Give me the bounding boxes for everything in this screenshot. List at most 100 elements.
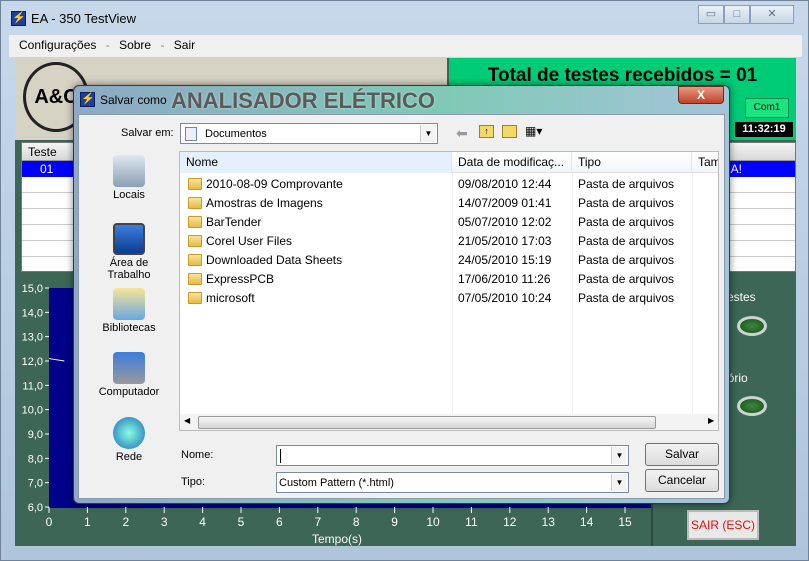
y-tick-label: 8,0: [28, 453, 43, 465]
port-label: Com1: [745, 98, 789, 118]
file-row[interactable]: ExpressPCB 17/06/2010 11:26 Pasta de arq…: [180, 270, 718, 289]
file-type: Pasta de arquivos: [578, 272, 675, 286]
y-tick-label: 12,0: [22, 356, 43, 368]
folder-icon: [188, 292, 202, 304]
save-in-label: Salvar em:: [121, 127, 174, 139]
file-date: 14/07/2009 01:41: [458, 196, 552, 210]
total-tests-label: Total de testes recebidos = 01: [487, 65, 758, 86]
file-row[interactable]: 2010-08-09 Comprovante 09/08/2010 12:44 …: [180, 175, 718, 194]
file-type: Pasta de arquivos: [578, 196, 675, 210]
x-tick-label: 15: [618, 515, 632, 529]
file-type: Pasta de arquivos: [578, 215, 675, 229]
file-name: BarTender: [206, 215, 262, 229]
x-tick-label: 3: [161, 515, 168, 529]
folder-icon: [188, 273, 202, 285]
column-name[interactable]: Nome: [180, 152, 452, 173]
chevron-down-icon[interactable]: ▼: [611, 447, 627, 464]
testes-button[interactable]: [737, 316, 767, 336]
window-title: EA - 350 TestView: [31, 11, 137, 26]
file-type-value: Custom Pattern (*.html): [279, 477, 394, 489]
save-button[interactable]: Salvar: [645, 443, 719, 466]
x-tick-label: 4: [199, 515, 206, 529]
computer-icon: [113, 352, 145, 384]
file-row[interactable]: microsoft 07/05/2010 10:24 Pasta de arqu…: [180, 289, 718, 308]
place-network[interactable]: Rede: [89, 417, 169, 463]
maximize-button[interactable]: □: [724, 5, 750, 24]
place-label: Bibliotecas: [102, 322, 156, 334]
dialog-title: Salvar como: [100, 93, 167, 107]
documents-icon: [185, 127, 197, 141]
menu-sobre[interactable]: Sobre: [119, 38, 151, 52]
libraries-icon: [113, 288, 145, 320]
file-date: 05/07/2010 12:02: [458, 215, 552, 229]
view-menu-icon[interactable]: ▦▾: [525, 124, 542, 138]
file-name: ExpressPCB: [206, 272, 275, 286]
x-tick-label: 12: [503, 515, 517, 529]
place-locais[interactable]: Locais: [89, 155, 169, 201]
x-tick-label: 1: [84, 515, 91, 529]
y-tick-label: 9,0: [28, 429, 43, 441]
file-list: Nome Data de modificaç... Tipo Tam 2010-…: [179, 151, 719, 431]
menu-separator: -: [105, 38, 110, 52]
new-folder-icon[interactable]: [502, 125, 517, 138]
dialog-close-button[interactable]: X: [678, 86, 724, 104]
file-row[interactable]: Downloaded Data Sheets 24/05/2010 15:19 …: [180, 251, 718, 270]
place-libraries[interactable]: Bibliotecas: [89, 288, 169, 334]
series-line: [48, 358, 65, 362]
file-date: 17/06/2010 11:26: [458, 272, 551, 286]
file-type: Pasta de arquivos: [578, 234, 675, 248]
file-row[interactable]: Corel User Files 21/05/2010 17:03 Pasta …: [180, 232, 718, 251]
x-tick-label: 0: [46, 515, 53, 529]
close-button[interactable]: ✕: [750, 5, 794, 24]
exit-button[interactable]: SAIR (ESC): [687, 510, 759, 540]
x-tick-label: 5: [238, 515, 245, 529]
x-axis-label: Tempo(s): [312, 532, 362, 546]
menu-sair[interactable]: Sair: [174, 38, 195, 52]
horizontal-scrollbar[interactable]: ◀ ▶: [180, 414, 718, 430]
folder-icon: [188, 235, 202, 247]
relatorio-button[interactable]: [737, 396, 767, 416]
menu-configuracoes[interactable]: Configurações: [19, 38, 96, 52]
file-name-input[interactable]: ▼: [276, 445, 629, 466]
file-list-header: Nome Data de modificaç... Tipo Tam: [180, 152, 718, 173]
x-tick-label: 10: [426, 515, 440, 529]
x-tick-label: 7: [314, 515, 321, 529]
cancel-button[interactable]: Cancelar: [645, 469, 719, 492]
desktop-icon: [113, 223, 145, 255]
back-icon[interactable]: ⬅: [456, 125, 468, 142]
file-date: 09/08/2010 12:44: [458, 177, 552, 191]
save-in-dropdown[interactable]: Documentos ▼: [180, 123, 438, 144]
x-tick-label: 2: [122, 515, 129, 529]
minimize-button[interactable]: ▭: [698, 5, 724, 24]
save-in-value: Documentos: [205, 128, 267, 140]
file-type-label: Tipo:: [181, 476, 206, 488]
app-window: ⚡ EA - 350 TestView ▭ □ ✕ Configurações …: [0, 0, 809, 561]
y-tick-label: 14,0: [22, 307, 43, 319]
recent-places-icon: [113, 155, 145, 187]
folder-icon: [188, 216, 202, 228]
file-date: 07/05/2010 10:24: [458, 291, 552, 305]
file-name-label: Nome:: [181, 449, 214, 461]
save-dialog: ⚡ Salvar como X Salvar em: Documentos ▼ …: [73, 85, 730, 504]
place-label: Área de Trabalho: [107, 257, 151, 281]
file-date: 24/05/2010 15:19: [458, 253, 552, 267]
clock: 11:32:19: [735, 122, 793, 137]
file-row[interactable]: Amostras de Imagens 14/07/2009 01:41 Pas…: [180, 194, 718, 213]
up-folder-icon[interactable]: ↑: [479, 125, 494, 138]
y-tick-label: 6,0: [28, 502, 43, 514]
scrollbar-thumb[interactable]: [198, 416, 656, 429]
place-computer[interactable]: Computador: [89, 352, 169, 398]
place-desktop[interactable]: Área de Trabalho: [89, 223, 169, 281]
network-icon: [113, 417, 145, 449]
file-row[interactable]: BarTender 05/07/2010 12:02 Pasta de arqu…: [180, 213, 718, 232]
file-type-dropdown[interactable]: Custom Pattern (*.html) ▼: [276, 472, 629, 493]
file-type: Pasta de arquivos: [578, 291, 675, 305]
scroll-left-icon[interactable]: ◀: [184, 416, 190, 425]
column-date[interactable]: Data de modificaç...: [452, 152, 572, 173]
file-type: Pasta de arquivos: [578, 253, 675, 267]
column-size[interactable]: Tam: [692, 152, 718, 173]
x-tick-label: 9: [391, 515, 398, 529]
chevron-down-icon: ▼: [611, 474, 627, 491]
scroll-right-icon[interactable]: ▶: [708, 416, 714, 425]
column-type[interactable]: Tipo: [572, 152, 692, 173]
